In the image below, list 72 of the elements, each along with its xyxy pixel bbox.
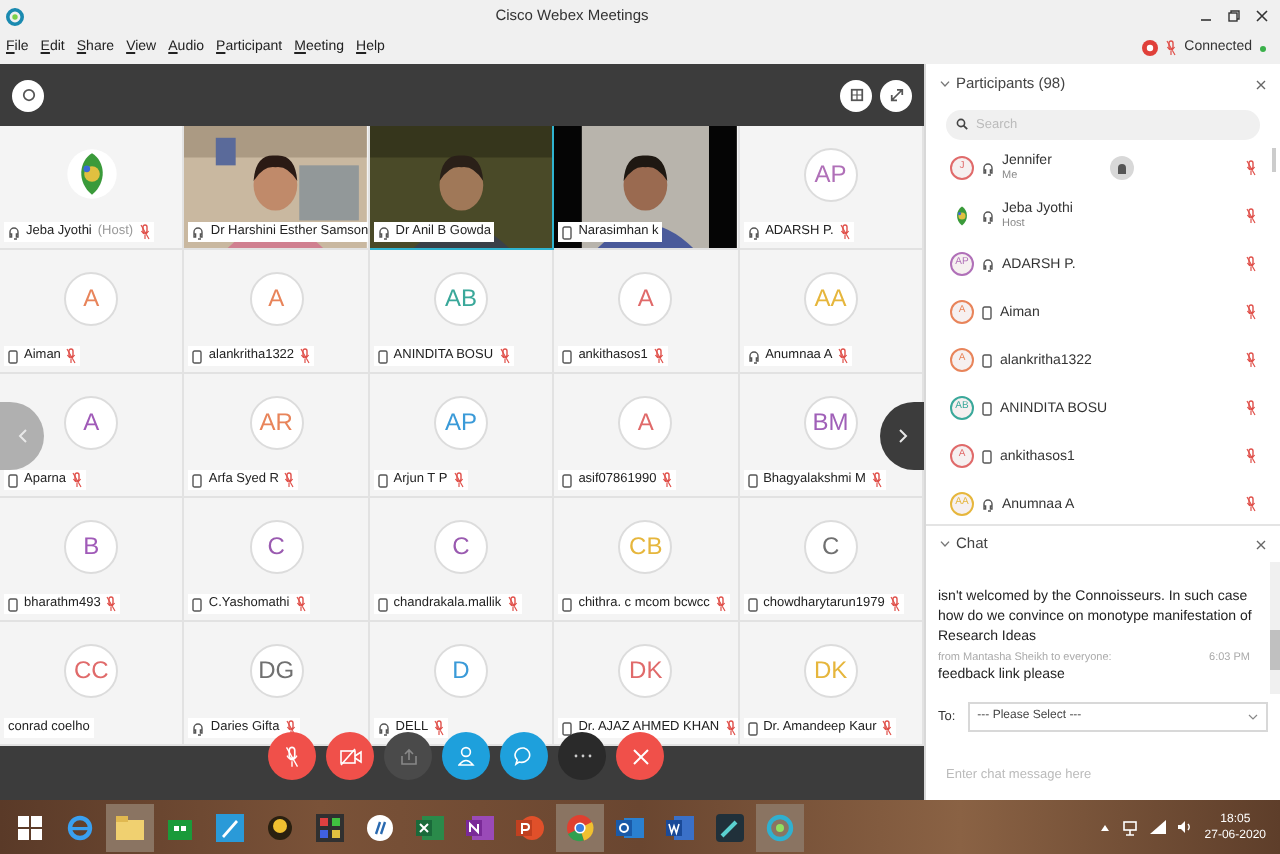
avatar-initials: C — [249, 519, 304, 573]
folder-icon[interactable] — [116, 815, 144, 839]
share-icon — [399, 747, 417, 765]
start-button[interactable] — [18, 815, 42, 839]
video-off-icon — [339, 747, 361, 765]
muted-mic-icon — [1166, 40, 1177, 56]
muted-mic-icon — [284, 745, 300, 767]
show-hidden-icons-icon[interactable] — [1100, 823, 1111, 831]
avatar-initials: B — [64, 519, 119, 573]
close-icon — [631, 747, 649, 765]
avatar-initials: CC — [64, 643, 119, 697]
taskbar-button[interactable] — [756, 803, 804, 851]
record-icon — [1142, 40, 1159, 56]
spreadsheet-app-icon[interactable] — [416, 813, 444, 841]
search-icon — [956, 118, 968, 130]
media-app-icon[interactable] — [266, 813, 294, 841]
network-icon[interactable] — [1122, 819, 1139, 835]
avatar-initials: D — [433, 643, 488, 697]
collapse-chevron-icon[interactable] — [940, 80, 950, 88]
brand-app-icon[interactable] — [366, 813, 394, 841]
presentation-app-icon[interactable] — [516, 813, 544, 841]
layout-button[interactable] — [840, 79, 872, 111]
taskbar-button[interactable] — [556, 803, 604, 851]
chrome-icon[interactable] — [566, 813, 594, 841]
photo-app-icon[interactable] — [316, 813, 344, 841]
speech-bubble-icon — [514, 746, 534, 766]
avatar-initials: A — [618, 271, 673, 325]
app-logo-icon — [6, 7, 24, 25]
avatar-initials: BM — [803, 395, 858, 449]
avatar-initials: CB — [618, 519, 673, 573]
chevron-left-icon — [17, 428, 27, 444]
restore-icon[interactable] — [1228, 10, 1240, 22]
person-icon — [457, 746, 475, 766]
avatar-initials: A — [249, 271, 304, 325]
signal-icon[interactable] — [1150, 820, 1167, 834]
taskbar-button[interactable] — [106, 803, 154, 851]
avatar-initials: C — [803, 519, 858, 573]
store-icon[interactable] — [168, 815, 192, 839]
avatar-initials: A — [64, 271, 119, 325]
document-app-icon[interactable] — [666, 813, 694, 841]
notes-app-icon[interactable] — [466, 813, 494, 841]
avatar-initials: AP — [803, 147, 858, 201]
meeting-app-icon[interactable] — [766, 813, 794, 841]
exit-fullscreen-button[interactable] — [880, 79, 912, 111]
organization-logo-icon — [65, 148, 118, 200]
avatar-initials: A — [618, 395, 673, 449]
close-icon[interactable] — [1256, 539, 1266, 549]
editor-app-icon[interactable] — [716, 813, 744, 841]
browser-icon[interactable] — [66, 813, 94, 841]
caret-icon — [1248, 714, 1258, 720]
connected-dot-icon — [1260, 45, 1266, 51]
avatar-initials: DK — [803, 643, 858, 697]
close-icon[interactable] — [1256, 10, 1268, 22]
close-icon[interactable] — [1256, 79, 1266, 89]
info-button[interactable] — [12, 79, 44, 111]
info-icon — [21, 88, 35, 102]
speaker-icon[interactable] — [1178, 820, 1193, 834]
grid-layout-icon — [849, 88, 863, 102]
scrollbar-thumb[interactable] — [1272, 148, 1276, 172]
avatar-initials: C — [433, 519, 488, 573]
avatar-initials: AR — [249, 395, 304, 449]
chevron-right-icon — [897, 428, 907, 444]
avatar-initials: A — [64, 395, 119, 449]
avatar-initials: AP — [433, 395, 488, 449]
avatar-initials: DK — [618, 643, 673, 697]
diagonal-arrow-icon — [889, 88, 903, 102]
avatar-initials: AA — [803, 271, 858, 325]
collapse-chevron-icon[interactable] — [940, 540, 950, 548]
chat-scrollbar[interactable] — [1270, 562, 1280, 694]
avatar-initials: DG — [249, 643, 304, 697]
mail-app-icon[interactable] — [616, 813, 644, 841]
avatar-initials: AB — [433, 271, 488, 325]
